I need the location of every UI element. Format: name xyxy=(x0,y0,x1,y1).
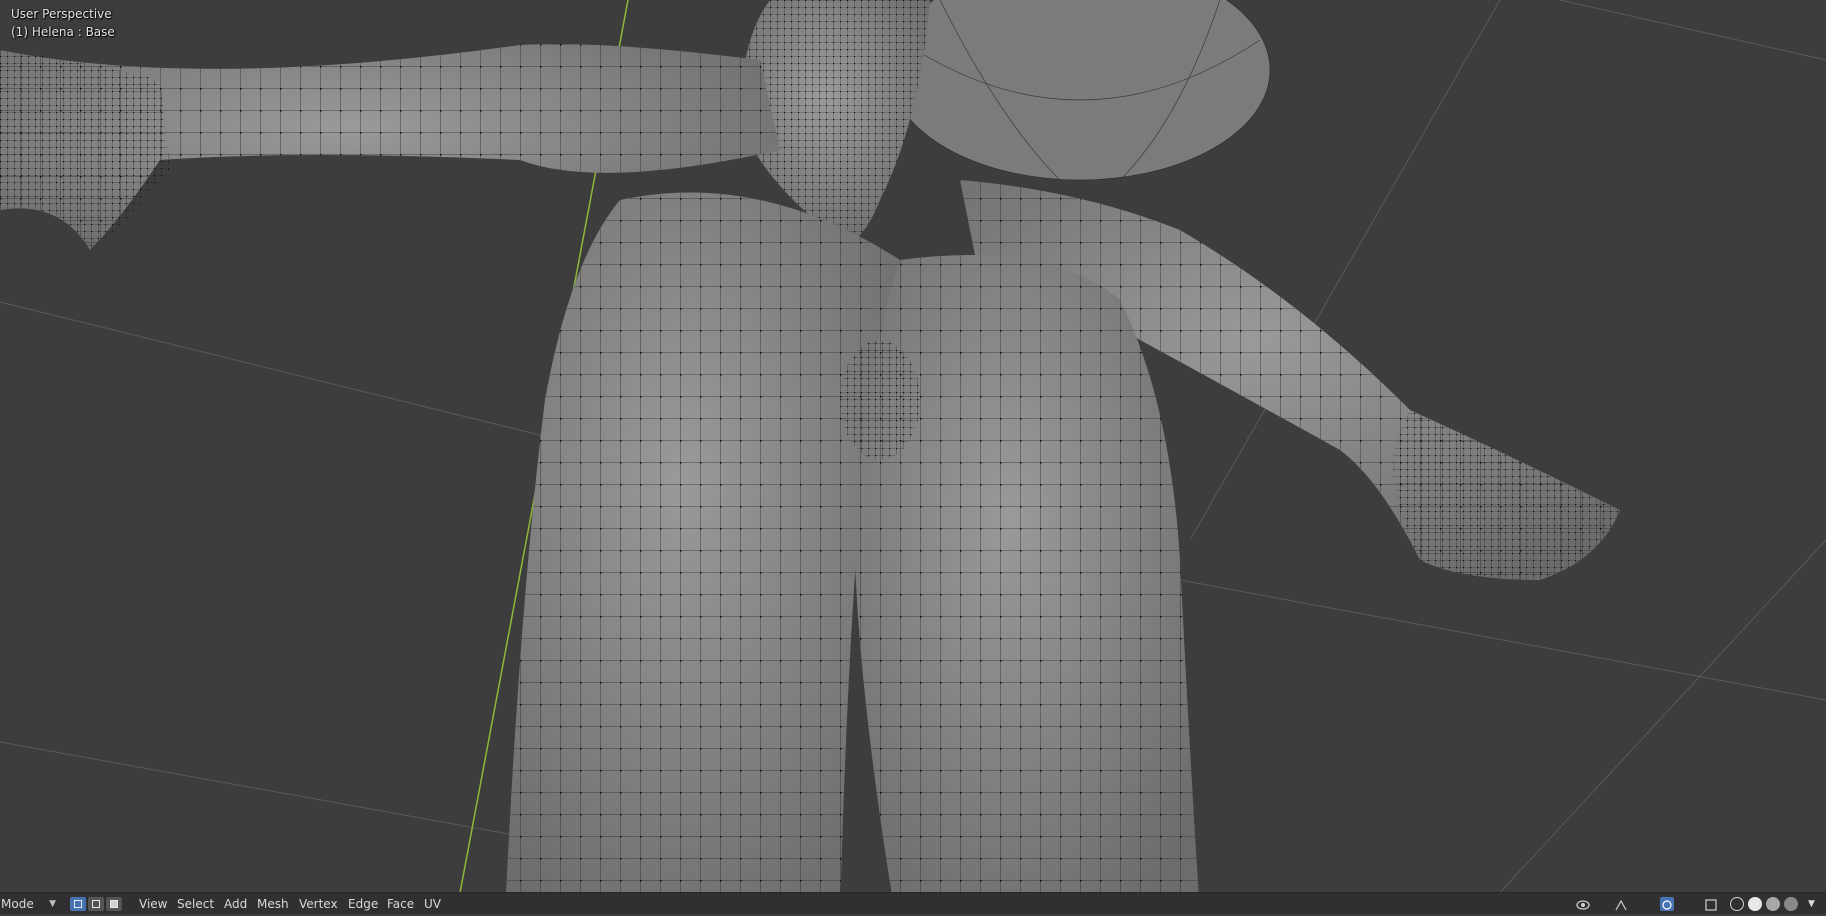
xray-icon[interactable] xyxy=(1704,897,1718,911)
3d-viewport[interactable]: User Perspective (1) Helena : Base xyxy=(0,0,1826,914)
viewport-header: Mode ▼ View Select Add Mesh Vertex Edge … xyxy=(0,892,1826,914)
edge-select-icon[interactable] xyxy=(88,897,104,911)
face-select-icon[interactable] xyxy=(106,897,122,911)
overlay-icon[interactable] xyxy=(1660,897,1674,911)
solid-shading-icon[interactable] xyxy=(1748,897,1762,911)
chevron-down-icon[interactable]: ▼ xyxy=(1808,893,1815,915)
wireframe-shading-icon[interactable] xyxy=(1730,897,1744,911)
material-shading-icon[interactable] xyxy=(1766,897,1780,911)
menu-add[interactable]: Add xyxy=(218,893,253,915)
menu-edge[interactable]: Edge xyxy=(342,893,384,915)
eye-icon[interactable] xyxy=(1576,897,1590,911)
mode-select-label: Mode xyxy=(1,897,34,911)
menu-select[interactable]: Select xyxy=(171,893,220,915)
mesh-object[interactable] xyxy=(0,0,1620,914)
rendered-shading-icon[interactable] xyxy=(1784,897,1798,911)
chevron-down-icon: ▼ xyxy=(49,899,56,909)
vertex-select-icon[interactable] xyxy=(70,897,86,911)
menu-uv[interactable]: UV xyxy=(418,893,447,915)
menu-mesh[interactable]: Mesh xyxy=(251,893,295,915)
scene-canvas[interactable] xyxy=(0,0,1826,914)
active-object-label: (1) Helena : Base xyxy=(11,25,115,39)
mode-select[interactable]: Mode ▼ xyxy=(0,893,62,915)
menu-view[interactable]: View xyxy=(133,893,173,915)
menu-face[interactable]: Face xyxy=(381,893,420,915)
viewport-perspective-label: User Perspective xyxy=(11,7,112,21)
menu-vertex[interactable]: Vertex xyxy=(293,893,344,915)
gizmo-icon[interactable] xyxy=(1614,897,1628,911)
